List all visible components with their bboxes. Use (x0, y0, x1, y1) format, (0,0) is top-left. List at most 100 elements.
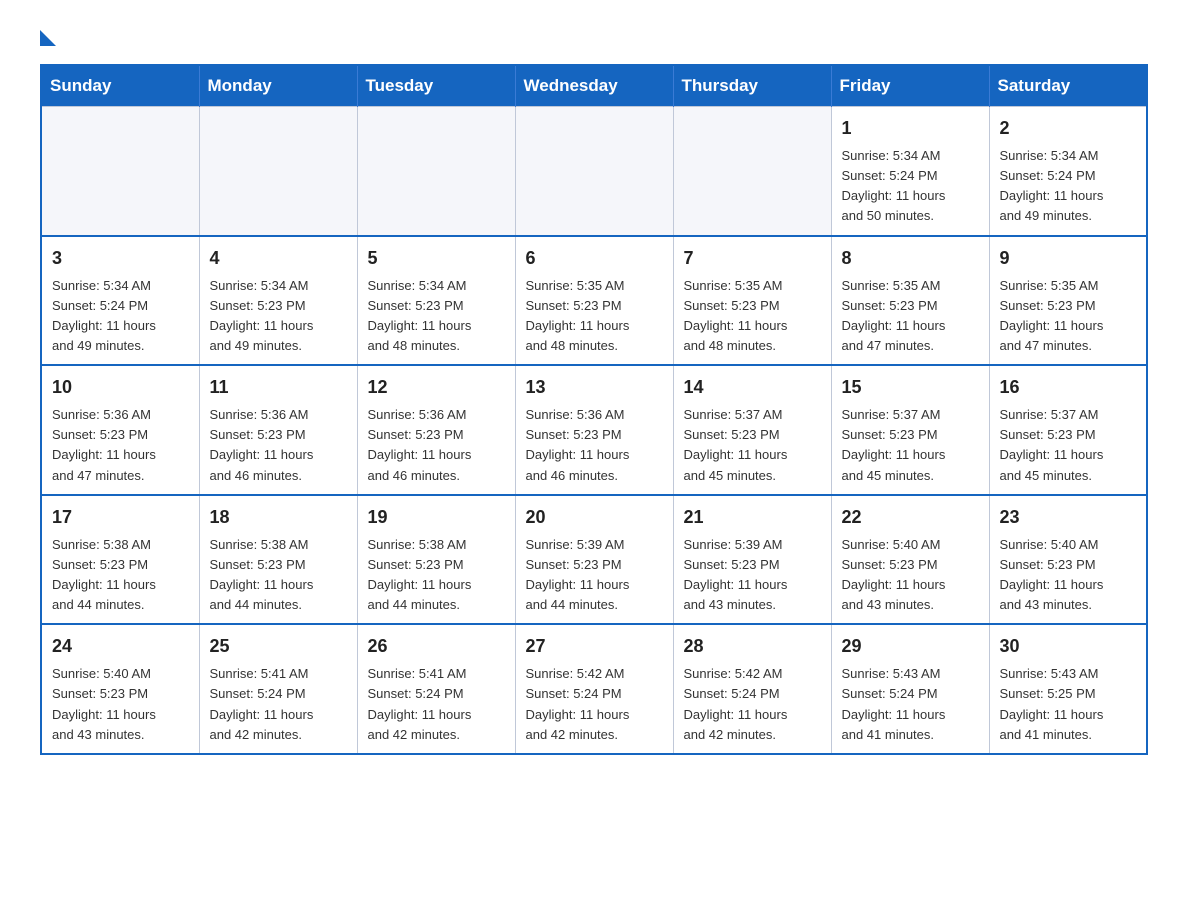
calendar-week-2: 3 Sunrise: 5:34 AMSunset: 5:24 PMDaylight… (41, 236, 1147, 366)
day-number: 16 (1000, 374, 1137, 401)
day-number: 3 (52, 245, 189, 272)
day-info: Sunrise: 5:38 AMSunset: 5:23 PMDaylight:… (368, 535, 505, 616)
weekday-header-friday: Friday (831, 65, 989, 107)
day-info: Sunrise: 5:37 AMSunset: 5:23 PMDaylight:… (684, 405, 821, 486)
calendar-cell: 11 Sunrise: 5:36 AMSunset: 5:23 PMDayligh… (199, 365, 357, 495)
calendar-cell (515, 107, 673, 236)
calendar-week-3: 10 Sunrise: 5:36 AMSunset: 5:23 PMDayligh… (41, 365, 1147, 495)
calendar-cell: 4Sunrise: 5:34 AMSunset: 5:23 PMDaylight… (199, 236, 357, 366)
day-info: Sunrise: 5:39 AMSunset: 5:23 PMDaylight:… (684, 535, 821, 616)
weekday-header-wednesday: Wednesday (515, 65, 673, 107)
day-number: 7 (684, 245, 821, 272)
day-info: Sunrise: 5:41 AMSunset: 5:24 PMDaylight:… (210, 664, 347, 745)
day-info: Sunrise: 5:42 AMSunset: 5:24 PMDaylight:… (526, 664, 663, 745)
day-number: 11 (210, 374, 347, 401)
calendar-cell: 17Sunrise: 5:38 AMSunset: 5:23 PMDayligh… (41, 495, 199, 625)
weekday-header-monday: Monday (199, 65, 357, 107)
calendar-cell: 3 Sunrise: 5:34 AMSunset: 5:24 PMDaylight… (41, 236, 199, 366)
day-info: Sunrise: 5:34 AMSunset: 5:24 PMDaylight:… (1000, 146, 1137, 227)
day-number: 26 (368, 633, 505, 660)
calendar-cell: 15 Sunrise: 5:37 AMSunset: 5:23 PMDayligh… (831, 365, 989, 495)
day-number: 6 (526, 245, 663, 272)
day-number: 29 (842, 633, 979, 660)
weekday-header-sunday: Sunday (41, 65, 199, 107)
day-info: Sunrise: 5:43 AMSunset: 5:25 PMDaylight:… (1000, 664, 1137, 745)
calendar-table: SundayMondayTuesdayWednesdayThursdayFrid… (40, 64, 1148, 755)
day-number: 21 (684, 504, 821, 531)
day-info: Sunrise: 5:38 AMSunset: 5:23 PMDaylight:… (210, 535, 347, 616)
day-info: Sunrise: 5:43 AMSunset: 5:24 PMDaylight:… (842, 664, 979, 745)
calendar-cell (673, 107, 831, 236)
calendar-cell: 28 Sunrise: 5:42 AMSunset: 5:24 PMDayligh… (673, 624, 831, 754)
calendar-cell: 2Sunrise: 5:34 AMSunset: 5:24 PMDaylight… (989, 107, 1147, 236)
day-number: 4 (210, 245, 347, 272)
day-info: Sunrise: 5:35 AMSunset: 5:23 PMDaylight:… (684, 276, 821, 357)
day-info: Sunrise: 5:35 AMSunset: 5:23 PMDaylight:… (526, 276, 663, 357)
day-info: Sunrise: 5:40 AMSunset: 5:23 PMDaylight:… (842, 535, 979, 616)
day-info: Sunrise: 5:36 AMSunset: 5:23 PMDaylight:… (368, 405, 505, 486)
calendar-cell: 12 Sunrise: 5:36 AMSunset: 5:23 PMDayligh… (357, 365, 515, 495)
page-header (40, 30, 1148, 44)
day-info: Sunrise: 5:41 AMSunset: 5:24 PMDaylight:… (368, 664, 505, 745)
day-number: 19 (368, 504, 505, 531)
calendar-cell: 30 Sunrise: 5:43 AMSunset: 5:25 PMDayligh… (989, 624, 1147, 754)
weekday-header-saturday: Saturday (989, 65, 1147, 107)
calendar-cell: 13 Sunrise: 5:36 AMSunset: 5:23 PMDayligh… (515, 365, 673, 495)
calendar-cell: 1 Sunrise: 5:34 AMSunset: 5:24 PMDaylight… (831, 107, 989, 236)
weekday-header-row: SundayMondayTuesdayWednesdayThursdayFrid… (41, 65, 1147, 107)
day-number: 10 (52, 374, 189, 401)
calendar-cell: 14Sunrise: 5:37 AMSunset: 5:23 PMDayligh… (673, 365, 831, 495)
day-info: Sunrise: 5:37 AMSunset: 5:23 PMDaylight:… (1000, 405, 1137, 486)
day-number: 9 (1000, 245, 1137, 272)
weekday-header-thursday: Thursday (673, 65, 831, 107)
calendar-cell: 22 Sunrise: 5:40 AMSunset: 5:23 PMDayligh… (831, 495, 989, 625)
calendar-cell: 6 Sunrise: 5:35 AMSunset: 5:23 PMDaylight… (515, 236, 673, 366)
calendar-cell (199, 107, 357, 236)
calendar-cell: 5Sunrise: 5:34 AMSunset: 5:23 PMDaylight… (357, 236, 515, 366)
logo (40, 30, 56, 44)
day-number: 23 (1000, 504, 1137, 531)
calendar-cell: 8 Sunrise: 5:35 AMSunset: 5:23 PMDaylight… (831, 236, 989, 366)
day-info: Sunrise: 5:36 AMSunset: 5:23 PMDaylight:… (526, 405, 663, 486)
day-info: Sunrise: 5:34 AMSunset: 5:24 PMDaylight:… (52, 276, 189, 357)
day-number: 5 (368, 245, 505, 272)
calendar-cell: 19 Sunrise: 5:38 AMSunset: 5:23 PMDayligh… (357, 495, 515, 625)
calendar-cell: 29 Sunrise: 5:43 AMSunset: 5:24 PMDayligh… (831, 624, 989, 754)
day-number: 15 (842, 374, 979, 401)
day-number: 30 (1000, 633, 1137, 660)
day-info: Sunrise: 5:34 AMSunset: 5:24 PMDaylight:… (842, 146, 979, 227)
calendar-week-4: 17Sunrise: 5:38 AMSunset: 5:23 PMDayligh… (41, 495, 1147, 625)
day-number: 28 (684, 633, 821, 660)
day-number: 22 (842, 504, 979, 531)
calendar-cell: 23 Sunrise: 5:40 AMSunset: 5:23 PMDayligh… (989, 495, 1147, 625)
day-number: 1 (842, 115, 979, 142)
calendar-cell: 9 Sunrise: 5:35 AMSunset: 5:23 PMDaylight… (989, 236, 1147, 366)
day-number: 24 (52, 633, 189, 660)
day-info: Sunrise: 5:40 AMSunset: 5:23 PMDaylight:… (52, 664, 189, 745)
day-info: Sunrise: 5:36 AMSunset: 5:23 PMDaylight:… (210, 405, 347, 486)
calendar-cell: 20 Sunrise: 5:39 AMSunset: 5:23 PMDayligh… (515, 495, 673, 625)
day-number: 20 (526, 504, 663, 531)
day-number: 13 (526, 374, 663, 401)
calendar-header: SundayMondayTuesdayWednesdayThursdayFrid… (41, 65, 1147, 107)
day-info: Sunrise: 5:35 AMSunset: 5:23 PMDaylight:… (1000, 276, 1137, 357)
calendar-cell: 24 Sunrise: 5:40 AMSunset: 5:23 PMDayligh… (41, 624, 199, 754)
weekday-header-tuesday: Tuesday (357, 65, 515, 107)
day-info: Sunrise: 5:35 AMSunset: 5:23 PMDaylight:… (842, 276, 979, 357)
calendar-week-1: 1 Sunrise: 5:34 AMSunset: 5:24 PMDaylight… (41, 107, 1147, 236)
calendar-cell (357, 107, 515, 236)
calendar-cell: 26 Sunrise: 5:41 AMSunset: 5:24 PMDayligh… (357, 624, 515, 754)
calendar-cell: 21 Sunrise: 5:39 AMSunset: 5:23 PMDayligh… (673, 495, 831, 625)
day-info: Sunrise: 5:36 AMSunset: 5:23 PMDaylight:… (52, 405, 189, 486)
day-number: 8 (842, 245, 979, 272)
calendar-cell: 16 Sunrise: 5:37 AMSunset: 5:23 PMDayligh… (989, 365, 1147, 495)
day-info: Sunrise: 5:40 AMSunset: 5:23 PMDaylight:… (1000, 535, 1137, 616)
calendar-body: 1 Sunrise: 5:34 AMSunset: 5:24 PMDaylight… (41, 107, 1147, 754)
calendar-cell: 10 Sunrise: 5:36 AMSunset: 5:23 PMDayligh… (41, 365, 199, 495)
day-info: Sunrise: 5:39 AMSunset: 5:23 PMDaylight:… (526, 535, 663, 616)
day-number: 12 (368, 374, 505, 401)
calendar-cell: 25Sunrise: 5:41 AMSunset: 5:24 PMDayligh… (199, 624, 357, 754)
day-info: Sunrise: 5:42 AMSunset: 5:24 PMDaylight:… (684, 664, 821, 745)
day-info: Sunrise: 5:37 AMSunset: 5:23 PMDaylight:… (842, 405, 979, 486)
day-number: 18 (210, 504, 347, 531)
